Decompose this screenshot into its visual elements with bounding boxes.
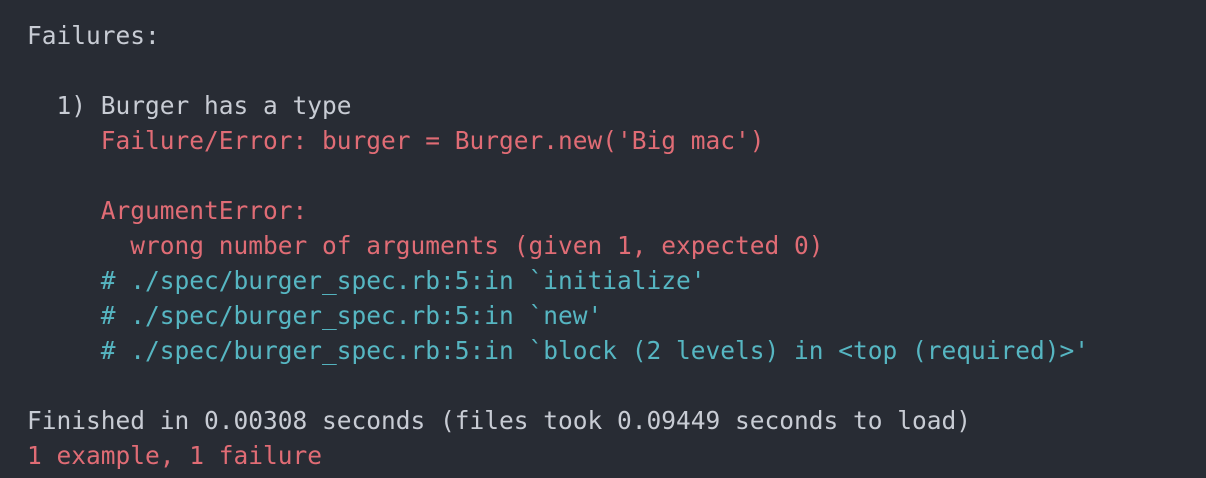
exception-message: wrong number of arguments (given 1, expe… xyxy=(27,231,824,260)
backtrace-line: # ./spec/burger_spec.rb:5:in `block (2 l… xyxy=(27,336,1090,365)
failure-error-line: Failure/Error: burger = Burger.new('Big … xyxy=(27,126,765,155)
exception-class: ArgumentError: xyxy=(27,196,308,225)
summary-line: 1 example, 1 failure xyxy=(27,441,323,470)
backtrace-line: # ./spec/burger_spec.rb:5:in `initialize… xyxy=(27,266,706,295)
failures-header: Failures: xyxy=(27,21,160,50)
backtrace-line: # ./spec/burger_spec.rb:5:in `new' xyxy=(27,301,603,330)
terminal-output: Failures: 1) Burger has a type Failure/E… xyxy=(0,0,1206,478)
finished-timing: Finished in 0.00308 seconds (files took … xyxy=(27,406,972,435)
failure-title: 1) Burger has a type xyxy=(27,91,352,120)
